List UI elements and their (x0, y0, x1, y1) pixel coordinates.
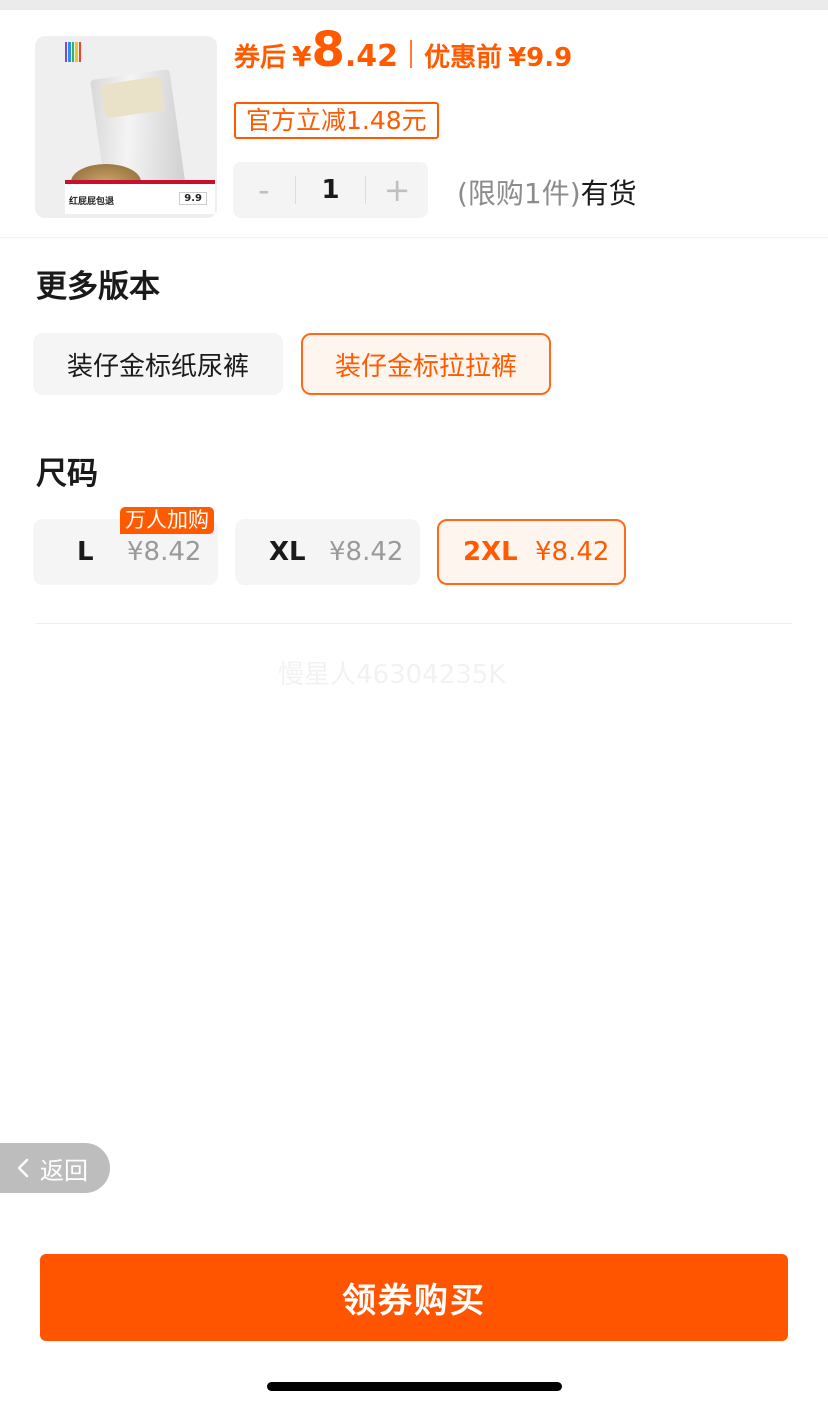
discount-tag: 官方立减1.48元 (234, 102, 439, 139)
price-after-integer: 8 (311, 22, 345, 78)
size-title: 尺码 (36, 456, 98, 492)
watermark-text: 慢星人46304235K (278, 660, 506, 690)
popular-badge: 万人加购 (120, 507, 214, 534)
size-option-price: ¥8.42 (127, 537, 202, 567)
brand-logo-icon (65, 42, 82, 62)
price-before-label: 优惠前 (424, 43, 503, 73)
size-option-price: ¥8.42 (329, 537, 404, 567)
claim-coupon-buy-button[interactable]: 领券购买 (40, 1254, 788, 1341)
increase-button[interactable]: + (366, 162, 428, 218)
purchase-limit: (限购1件) (457, 177, 581, 210)
size-option-2xl[interactable]: 2XL ¥8.42 (437, 519, 626, 585)
price-currency: ¥ (292, 40, 312, 73)
decrease-button[interactable]: - (233, 162, 295, 218)
size-option-name: 2XL (463, 537, 518, 567)
section-divider (36, 623, 792, 624)
size-option-price: ¥8.42 (535, 537, 610, 567)
stock-status: 有货 (580, 177, 637, 210)
price-after-decimal: .42 (344, 39, 399, 74)
price-before-value: ¥9.9 (508, 43, 573, 73)
stock-note: (限购1件)有货 (457, 172, 637, 212)
quantity-value[interactable]: 1 (296, 175, 366, 205)
back-label: 返回 (40, 1156, 88, 1185)
size-option-name: L (77, 537, 94, 567)
price-after-label: 券后 (234, 43, 287, 73)
size-option-xl[interactable]: XL ¥8.42 (235, 519, 420, 585)
price-row: 券后 ¥ 8 .42 优惠前 ¥9.9 (234, 26, 572, 82)
thumbnail-promo-band: 红屁屁包退 9.9 (65, 180, 215, 214)
versions-title: 更多版本 (36, 269, 160, 305)
top-strip (0, 0, 828, 10)
size-option-name: XL (269, 537, 306, 567)
thumbnail-band-title: 红屁屁包退 (69, 197, 115, 207)
quantity-stepper: - 1 + (233, 162, 428, 218)
chevron-left-icon (8, 1143, 38, 1193)
price-separator (410, 40, 413, 68)
home-indicator (267, 1382, 562, 1391)
version-option-diaper[interactable]: 装仔金标纸尿裤 (33, 333, 283, 395)
product-thumbnail[interactable]: 红屁屁包退 9.9 (35, 36, 217, 218)
version-option-pullup[interactable]: 装仔金标拉拉裤 (301, 333, 551, 395)
thumbnail-band-price: 9.9 (179, 192, 207, 205)
header-divider (0, 237, 828, 238)
back-button[interactable]: 返回 (0, 1143, 110, 1193)
